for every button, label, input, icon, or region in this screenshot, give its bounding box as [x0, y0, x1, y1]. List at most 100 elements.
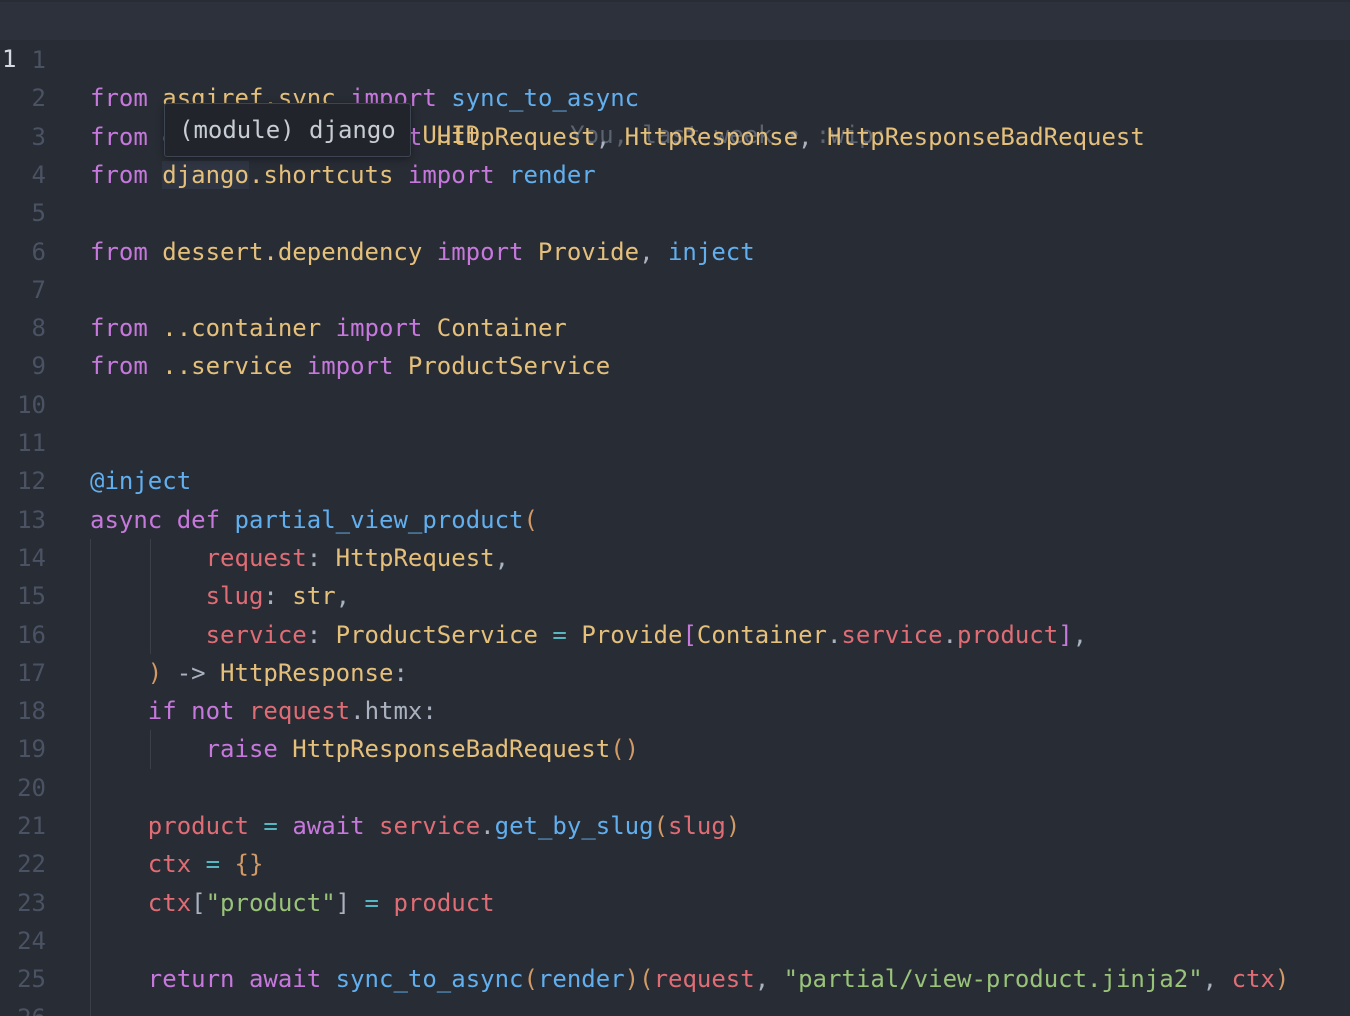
code-content[interactable]: from ..container import Container	[90, 309, 567, 347]
code-content[interactable]: @inject	[90, 462, 191, 500]
code-token: ]	[335, 888, 351, 917]
code-line[interactable]: 12 @inject	[0, 462, 1350, 500]
code-token: (	[653, 812, 669, 840]
code-token: ,	[798, 122, 827, 151]
code-line[interactable]: 11	[0, 424, 1350, 462]
line-number: 14	[17, 543, 46, 572]
code-line[interactable]: 14 request: HttpRequest,	[0, 539, 1350, 577]
line-number: 8	[31, 314, 46, 343]
code-token: sync_to_async	[436, 84, 640, 113]
code-token: async	[90, 505, 163, 534]
code-token: HttpRequest	[335, 543, 495, 572]
code-token: slug	[668, 812, 726, 840]
code-token: return	[147, 965, 235, 994]
code-token: get_by_slug	[494, 812, 654, 840]
code-token: ,	[494, 543, 510, 572]
hovered-token: django	[162, 160, 249, 189]
code-line[interactable]: 4 from django.shortcuts import render	[0, 156, 1350, 194]
code-token: ,	[639, 237, 668, 266]
code-token: Container	[422, 314, 567, 343]
code-line[interactable]: 9 from ..service import ProductService	[0, 347, 1350, 385]
code-token: =	[191, 850, 235, 879]
line-number: 20	[17, 773, 46, 802]
code-content[interactable]: from dessert.dependency import Provide, …	[90, 233, 755, 271]
code-content[interactable]: from django.shortcuts import render	[90, 156, 596, 194]
line-number: 24	[17, 926, 46, 955]
code-token: await	[292, 812, 365, 840]
code-content[interactable]: product = await service.get_by_slug(slug…	[90, 807, 740, 845]
code-line[interactable]: 19 raise HttpResponseBadRequest()	[0, 730, 1350, 768]
code-line[interactable]: 20	[0, 769, 1350, 807]
code-token: service	[841, 620, 943, 649]
code-token: HttpResponse	[624, 122, 799, 151]
code-content[interactable]: async def partial_view_product(	[90, 501, 538, 539]
code-content[interactable]: return await sync_to_async(render)(reque…	[90, 960, 1290, 998]
code-content[interactable]: raise HttpResponseBadRequest()	[90, 730, 640, 768]
code-token: from	[90, 352, 148, 381]
code-token: await	[248, 965, 322, 994]
line-number: 26	[0, 999, 46, 1016]
code-line[interactable]: 6 from dessert.dependency import Provide,…	[0, 233, 1350, 271]
code-token: ]	[1058, 620, 1073, 649]
code-token: {}	[234, 850, 264, 879]
code-content[interactable]: if not request.htmx:	[90, 692, 437, 730]
code-token: =	[350, 888, 394, 917]
code-content[interactable]: slug: str,	[90, 577, 351, 615]
line-number: 11	[17, 429, 46, 457]
code-token: request	[205, 543, 307, 572]
code-content[interactable]: ctx = {}	[90, 845, 264, 883]
code-line[interactable]: 21 product = await service.get_by_slug(s…	[0, 807, 1350, 845]
code-content[interactable]: service: ProductService = Provide[Contai…	[90, 616, 1088, 654]
code-line[interactable]: 5	[0, 194, 1350, 232]
line-number: 1	[31, 46, 46, 74]
code-line[interactable]: 26	[0, 999, 1350, 1016]
code-line[interactable]: 17 ) -> HttpResponse:	[0, 654, 1350, 692]
code-token: :	[263, 582, 293, 611]
line-number: 19	[17, 735, 46, 764]
code-token: product	[957, 620, 1059, 649]
code-token: =	[248, 812, 293, 840]
line-number: 22	[17, 850, 46, 879]
code-token: ctx	[147, 850, 192, 879]
code-token: request	[248, 697, 351, 726]
code-line[interactable]: 1	[0, 41, 1350, 79]
code-token: import	[436, 237, 524, 266]
code-token: ctx	[1231, 965, 1275, 994]
code-line[interactable]: 13 async def partial_view_product(	[0, 501, 1350, 539]
line-number: 12	[17, 467, 46, 496]
code-line[interactable]: 23 ctx["product"] = product	[0, 884, 1350, 922]
code-token: raise	[205, 735, 278, 764]
code-content[interactable]: ) -> HttpResponse:	[90, 654, 408, 692]
code-line[interactable]: 25 return await sync_to_async(render)(re…	[0, 960, 1350, 998]
code-token: def	[176, 505, 221, 534]
code-token: ,	[1202, 965, 1232, 994]
code-token: )	[147, 658, 163, 687]
code-token: .	[480, 812, 495, 840]
code-token: from	[90, 84, 148, 113]
code-token: .	[826, 620, 842, 649]
code-content[interactable]: ctx["product"] = product	[90, 884, 495, 922]
code-token: import	[335, 314, 423, 343]
code-line[interactable]: 16 service: ProductService = Provide[Con…	[0, 616, 1350, 654]
code-token: .shortcuts	[248, 160, 408, 189]
code-line[interactable]: 10	[0, 386, 1350, 424]
code-token: request	[653, 965, 755, 994]
code-line[interactable]: 15 slug: str,	[0, 577, 1350, 615]
code-editor[interactable]: 1 from uuid import UUIDYou, last week • …	[0, 0, 1350, 1016]
code-line[interactable]: 22 ctx = {}	[0, 845, 1350, 883]
code-content[interactable]: request: HttpRequest,	[90, 539, 509, 577]
code-token: (	[523, 505, 538, 534]
code-line[interactable]: 24	[0, 922, 1350, 960]
code-token: :	[393, 658, 408, 687]
current-line[interactable]: 1 from uuid import UUIDYou, last week • …	[0, 2, 1350, 149]
code-token: ctx	[147, 888, 192, 917]
code-token: Provide	[523, 237, 640, 266]
code-line[interactable]: 8 from ..container import Container	[0, 309, 1350, 347]
code-line[interactable]: 7	[0, 271, 1350, 309]
code-line[interactable]: 18 if not request.htmx:	[0, 692, 1350, 730]
line-number: 7	[31, 275, 46, 304]
code-content[interactable]: from ..service import ProductService	[90, 347, 610, 385]
